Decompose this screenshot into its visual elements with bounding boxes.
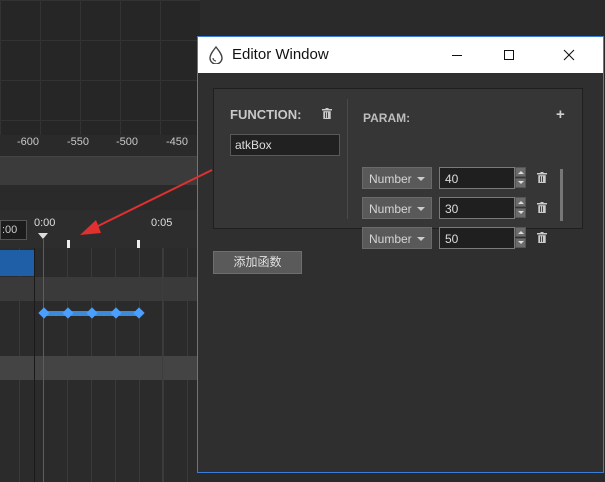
track-row[interactable] [0, 356, 200, 380]
minimize-button[interactable] [434, 37, 480, 73]
delete-param-icon[interactable] [537, 172, 547, 183]
scene-grid [0, 0, 200, 135]
time-tick-label: 0:05 [151, 217, 173, 229]
param-type-value: Number [369, 232, 412, 246]
title-bar[interactable]: Editor Window [198, 37, 603, 73]
window-title: Editor Window [232, 46, 329, 63]
function-name-input[interactable]: atkBox [230, 134, 340, 156]
param-value-input[interactable]: 50 [439, 227, 515, 249]
param-stepper[interactable] [515, 197, 526, 219]
editor-window: Editor Window FUNCTION: atkBox PARAM: + … [197, 36, 604, 473]
chevron-down-icon [417, 237, 425, 241]
increment-icon[interactable] [515, 197, 526, 207]
param-row: Number 40 [362, 167, 552, 191]
event-marker[interactable] [137, 240, 140, 248]
decrement-icon[interactable] [515, 208, 526, 218]
delete-param-icon[interactable] [537, 202, 547, 213]
ruler-label: -600 [17, 136, 40, 148]
close-button[interactable] [546, 37, 592, 73]
param-scrollbar[interactable] [560, 169, 563, 221]
app-drop-icon [209, 46, 223, 64]
track-row[interactable] [0, 277, 200, 301]
param-row: Number 50 [362, 227, 552, 251]
maximize-icon [504, 50, 514, 60]
current-time-field[interactable]: :00 [0, 220, 27, 240]
track-divider [34, 248, 35, 482]
param-type-select[interactable]: Number [362, 197, 432, 219]
decrement-icon[interactable] [515, 238, 526, 248]
maximize-button[interactable] [486, 37, 532, 73]
decrement-icon[interactable] [515, 178, 526, 188]
close-icon [563, 49, 575, 61]
delete-function-icon[interactable] [322, 108, 332, 119]
ruler-label: -550 [67, 136, 90, 148]
minimize-icon [452, 55, 462, 56]
add-param-icon[interactable]: + [556, 106, 565, 123]
track-divider [162, 248, 163, 482]
chevron-down-icon [417, 207, 425, 211]
ruler-label: -450 [166, 136, 189, 148]
param-value-input[interactable]: 30 [439, 197, 515, 219]
function-panel: FUNCTION: atkBox PARAM: + Number 40 Numb… [213, 88, 583, 249]
param-type-value: Number [369, 172, 412, 186]
delete-param-icon[interactable] [537, 232, 547, 243]
param-type-select[interactable]: Number [362, 227, 432, 249]
param-stepper[interactable] [515, 227, 526, 249]
param-type-value: Number [369, 202, 412, 216]
increment-icon[interactable] [515, 227, 526, 237]
chevron-down-icon [417, 177, 425, 181]
param-type-select[interactable]: Number [362, 167, 432, 189]
increment-icon[interactable] [515, 167, 526, 177]
time-header[interactable] [0, 210, 200, 248]
function-label: FUNCTION: [230, 107, 302, 122]
add-function-button[interactable]: 添加函数 [213, 251, 302, 274]
ruler-label: -500 [116, 136, 139, 148]
time-tick-label: 0:00 [34, 217, 56, 229]
param-value-input[interactable]: 40 [439, 167, 515, 189]
timeline-toolbar [0, 156, 200, 186]
param-row: Number 30 [362, 197, 552, 221]
selected-track[interactable] [0, 250, 34, 276]
playhead-line[interactable] [43, 238, 44, 482]
panel-separator [347, 99, 348, 219]
event-marker[interactable] [67, 240, 70, 248]
param-stepper[interactable] [515, 167, 526, 189]
param-label: PARAM: [363, 111, 411, 125]
